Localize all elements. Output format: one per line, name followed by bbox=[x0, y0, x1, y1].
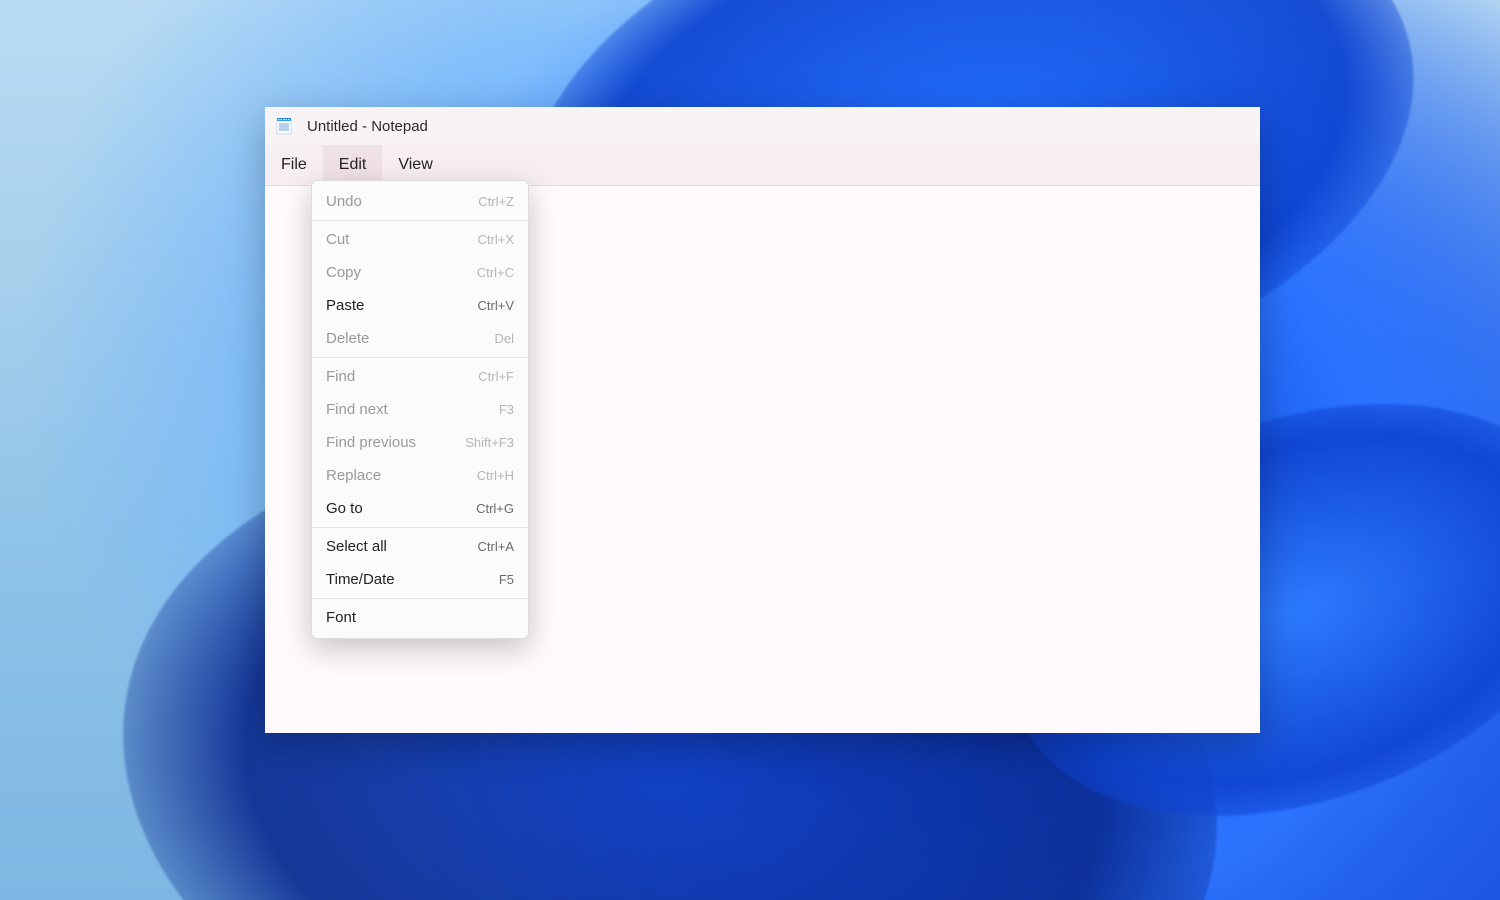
menu-view[interactable]: View bbox=[382, 145, 448, 185]
window-title: Untitled - Notepad bbox=[307, 118, 428, 135]
menu-item-label: Paste bbox=[326, 297, 364, 314]
edit-menu-item-copy: Copy Ctrl+C bbox=[312, 256, 528, 289]
menu-item-label: Font bbox=[326, 609, 356, 626]
menu-edit[interactable]: Edit bbox=[323, 145, 383, 185]
menu-separator bbox=[312, 357, 528, 358]
edit-menu-item-go-to[interactable]: Go to Ctrl+G bbox=[312, 492, 528, 525]
menu-item-label: Cut bbox=[326, 231, 349, 248]
menu-separator bbox=[312, 220, 528, 221]
edit-menu-item-cut: Cut Ctrl+X bbox=[312, 223, 528, 256]
menu-item-label: Find next bbox=[326, 401, 388, 418]
menu-item-shortcut: Ctrl+V bbox=[478, 298, 514, 313]
menu-item-shortcut: Ctrl+X bbox=[478, 232, 514, 247]
titlebar[interactable]: Untitled - Notepad bbox=[265, 107, 1260, 145]
menu-item-label: Delete bbox=[326, 330, 369, 347]
menu-separator bbox=[312, 598, 528, 599]
menu-item-shortcut: Ctrl+C bbox=[477, 265, 514, 280]
menu-item-shortcut: Ctrl+A bbox=[478, 539, 514, 554]
menu-label: File bbox=[281, 156, 307, 174]
edit-menu-item-find-next: Find next F3 bbox=[312, 393, 528, 426]
edit-menu-item-delete: Delete Del bbox=[312, 322, 528, 355]
menu-item-label: Go to bbox=[326, 500, 363, 517]
edit-menu-item-select-all[interactable]: Select all Ctrl+A bbox=[312, 530, 528, 563]
edit-menu-item-font[interactable]: Font bbox=[312, 601, 528, 634]
menu-label: View bbox=[398, 156, 432, 174]
menu-separator bbox=[312, 527, 528, 528]
menu-item-shortcut: Ctrl+H bbox=[477, 468, 514, 483]
menu-item-label: Undo bbox=[326, 193, 362, 210]
edit-menu-item-replace: Replace Ctrl+H bbox=[312, 459, 528, 492]
menu-item-label: Time/Date bbox=[326, 571, 395, 588]
menu-item-shortcut: Ctrl+Z bbox=[478, 194, 514, 209]
menu-item-shortcut: F5 bbox=[499, 572, 514, 587]
menu-label: Edit bbox=[339, 156, 367, 174]
desktop-wallpaper: Untitled - Notepad File Edit View Undo Ct… bbox=[0, 0, 1500, 900]
menu-item-label: Select all bbox=[326, 538, 387, 555]
edit-menu-item-time-date[interactable]: Time/Date F5 bbox=[312, 563, 528, 596]
notepad-icon bbox=[275, 117, 293, 135]
edit-menu-item-paste[interactable]: Paste Ctrl+V bbox=[312, 289, 528, 322]
menu-file[interactable]: File bbox=[265, 145, 323, 185]
menu-item-label: Find previous bbox=[326, 434, 416, 451]
edit-menu-item-find: Find Ctrl+F bbox=[312, 360, 528, 393]
edit-menu-dropdown: Undo Ctrl+Z Cut Ctrl+X Copy Ctrl+C Paste Ctrl+V… bbox=[311, 180, 529, 639]
menu-item-shortcut: Ctrl+F bbox=[478, 369, 514, 384]
menu-item-label: Replace bbox=[326, 467, 381, 484]
menu-item-shortcut: F3 bbox=[499, 402, 514, 417]
edit-menu-item-find-previous: Find previous Shift+F3 bbox=[312, 426, 528, 459]
menu-item-shortcut: Del bbox=[494, 331, 514, 346]
edit-menu-item-undo: Undo Ctrl+Z bbox=[312, 185, 528, 218]
menu-item-label: Copy bbox=[326, 264, 361, 281]
menu-item-shortcut: Ctrl+G bbox=[476, 501, 514, 516]
menu-item-label: Find bbox=[326, 368, 355, 385]
menu-item-shortcut: Shift+F3 bbox=[465, 435, 514, 450]
